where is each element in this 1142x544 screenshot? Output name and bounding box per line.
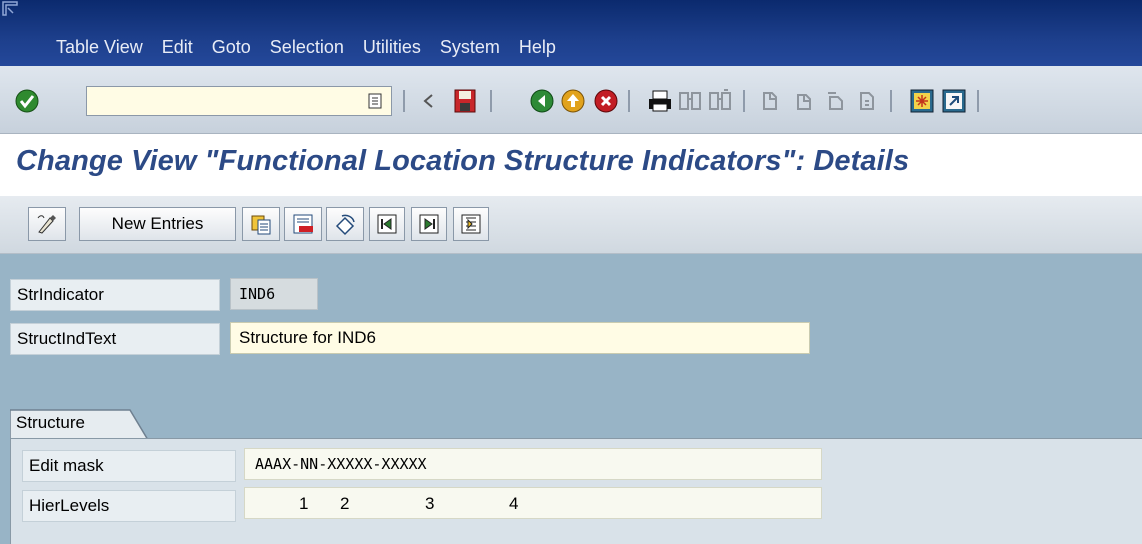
first-page-icon[interactable] (758, 86, 788, 116)
hier-level-2: 2 (340, 494, 350, 513)
previous-entry-icon[interactable] (369, 207, 405, 241)
menu-table-view[interactable]: Table View (56, 37, 143, 58)
title-area: Change View "Functional Location Structu… (0, 134, 1142, 196)
command-field[interactable] (86, 86, 392, 116)
edit-mask-label: Edit mask (22, 450, 236, 482)
menu-utilities[interactable]: Utilities (363, 37, 421, 58)
back-small-icon[interactable] (414, 86, 444, 116)
exit-icon[interactable] (558, 86, 588, 116)
menu-selection[interactable]: Selection (270, 37, 344, 58)
enter-icon[interactable] (12, 86, 42, 116)
select-all-icon[interactable] (453, 207, 489, 241)
detail-area: StrIndicator IND6 StructIndText Structur… (0, 254, 1142, 544)
menu-edit[interactable]: Edit (162, 37, 193, 58)
hier-levels-label: HierLevels (22, 490, 236, 522)
shortcut-icon[interactable] (939, 86, 969, 116)
str-indicator-label: StrIndicator (10, 279, 220, 311)
hier-levels-field: 1 2 3 4 (244, 487, 822, 519)
save-icon[interactable] (450, 86, 480, 116)
command-dropdown-icon[interactable] (367, 92, 383, 110)
system-menu-icon[interactable] (2, 1, 20, 17)
undo-change-icon[interactable] (326, 207, 364, 241)
struct-ind-text-field[interactable]: Structure for IND6 (230, 322, 810, 354)
struct-ind-text-label: StructIndText (10, 323, 220, 355)
menu-bar: Table View Edit Goto Selection Utilities… (0, 0, 1142, 66)
menu-help[interactable]: Help (519, 37, 556, 58)
display-change-icon[interactable] (28, 207, 66, 241)
hier-level-4: 4 (509, 494, 519, 513)
toolbar-separator (890, 90, 892, 112)
hier-level-1: 1 (299, 494, 309, 513)
edit-mask-field[interactable]: AAAX-NN-XXXXX-XXXXX (244, 448, 822, 480)
toolbar-separator (743, 90, 745, 112)
structure-group-title: Structure (16, 413, 85, 432)
toolbar-separator (490, 90, 492, 112)
back-icon[interactable] (527, 86, 557, 116)
application-toolbar: New Entries (0, 196, 1142, 254)
previous-page-icon[interactable] (790, 86, 820, 116)
page-title: Change View "Functional Location Structu… (16, 145, 910, 177)
standard-toolbar (0, 66, 1142, 134)
toolbar-separator (977, 90, 979, 112)
copy-as-icon[interactable] (242, 207, 280, 241)
create-session-icon[interactable] (907, 86, 937, 116)
menu-system[interactable]: System (440, 37, 500, 58)
menu-goto[interactable]: Goto (212, 37, 251, 58)
hier-level-3: 3 (425, 494, 435, 513)
find-icon[interactable] (675, 86, 705, 116)
last-page-icon[interactable] (853, 86, 883, 116)
find-next-icon[interactable] (705, 86, 735, 116)
new-entries-button[interactable]: New Entries (79, 207, 236, 241)
toolbar-separator (403, 90, 405, 112)
cancel-icon[interactable] (591, 86, 621, 116)
next-page-icon[interactable] (822, 86, 852, 116)
next-entry-icon[interactable] (411, 207, 447, 241)
print-icon[interactable] (645, 86, 675, 116)
str-indicator-value: IND6 (230, 278, 318, 310)
toolbar-separator (628, 90, 630, 112)
command-input[interactable] (87, 87, 391, 115)
delete-icon[interactable] (284, 207, 322, 241)
